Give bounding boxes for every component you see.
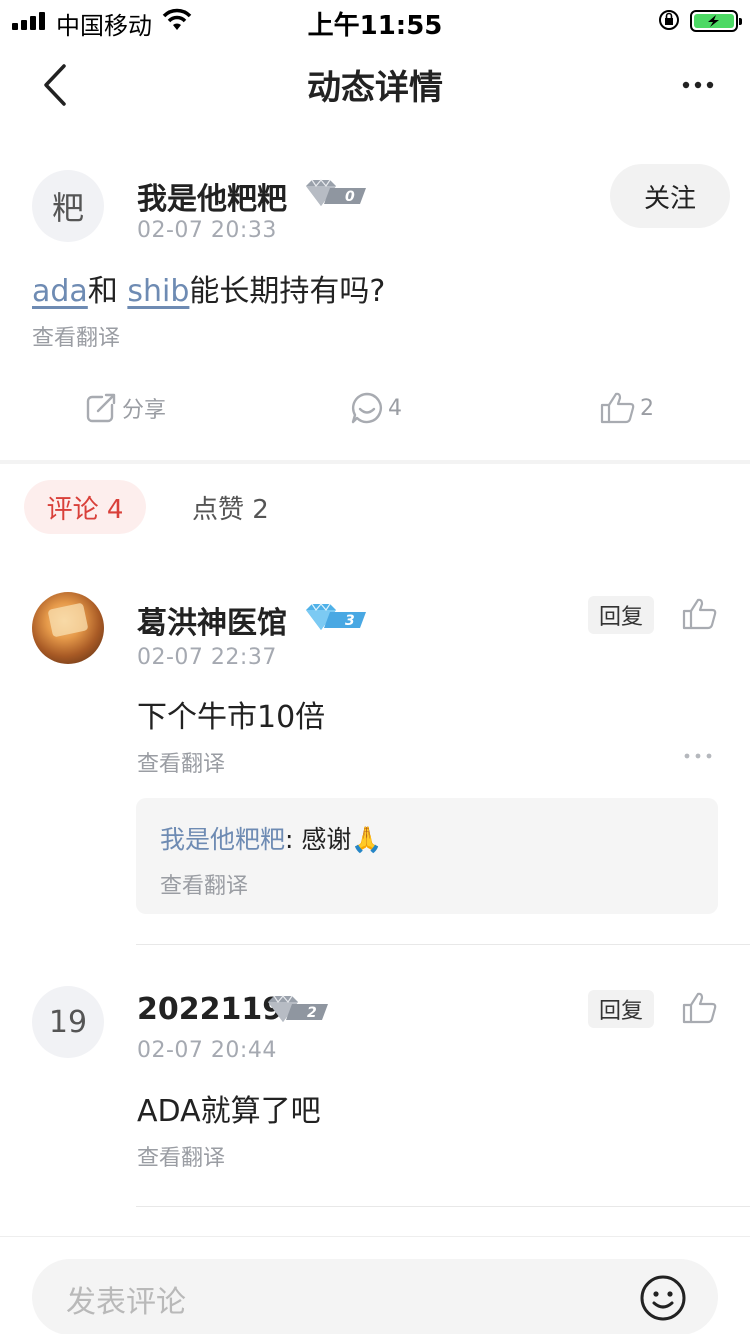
commenter-avatar[interactable] bbox=[32, 592, 104, 664]
diamond-badge-icon: 2 bbox=[268, 995, 328, 1022]
bottom-bar: 发表评论 bbox=[0, 1236, 750, 1334]
comment-username[interactable]: 葛洪神医馆 bbox=[137, 598, 287, 642]
comment-timestamp: 02-07 20:44 bbox=[137, 1038, 277, 1063]
status-bar: 中国移动 上午11:55 bbox=[0, 0, 750, 41]
translate-link[interactable]: 查看翻译 bbox=[137, 1140, 225, 1172]
comment-input[interactable]: 发表评论 bbox=[32, 1259, 718, 1334]
reply-username[interactable]: 我是他粑粑 bbox=[160, 825, 285, 854]
diamond-badge-icon: 3 bbox=[306, 603, 366, 630]
comment-button[interactable]: 4 bbox=[350, 390, 402, 426]
section-divider bbox=[0, 460, 750, 464]
svg-text:2: 2 bbox=[307, 1005, 317, 1021]
like-button[interactable]: 2 bbox=[600, 390, 654, 426]
reply-preview[interactable]: 我是他粑粑: 感谢🙏 查看翻译 bbox=[136, 798, 718, 914]
translate-link[interactable]: 查看翻译 bbox=[160, 868, 248, 900]
tag-link[interactable]: shib bbox=[127, 274, 189, 309]
status-time: 上午11:55 bbox=[307, 11, 443, 41]
share-button[interactable]: 分享 bbox=[84, 390, 166, 426]
diamond-badge-icon: 0 bbox=[306, 179, 366, 206]
svg-text:3: 3 bbox=[345, 613, 355, 629]
share-icon bbox=[86, 393, 116, 423]
comment-text: 下个牛市10倍 bbox=[137, 700, 326, 735]
svg-text:0: 0 bbox=[345, 189, 355, 205]
comment-divider bbox=[136, 1206, 750, 1207]
comment-username[interactable]: 2022119 bbox=[137, 992, 283, 1027]
tab-likes[interactable]: 点赞 2 bbox=[192, 480, 269, 534]
more-icon[interactable] bbox=[682, 748, 714, 764]
more-icon[interactable] bbox=[670, 70, 726, 100]
reply-text: 感谢🙏 bbox=[301, 825, 383, 854]
reply-button[interactable]: 回复 bbox=[588, 596, 654, 634]
battery-icon bbox=[690, 10, 742, 32]
comment-input-placeholder: 发表评论 bbox=[66, 1285, 186, 1320]
comment-text: ADA就算了吧 bbox=[137, 1094, 321, 1129]
emoji-icon[interactable] bbox=[638, 1273, 688, 1323]
comment-divider bbox=[136, 944, 750, 945]
commenter-avatar[interactable]: 19 bbox=[32, 986, 104, 1058]
tag-link[interactable]: ada bbox=[32, 274, 88, 309]
comment-icon bbox=[351, 392, 382, 424]
like-icon bbox=[600, 392, 635, 424]
comment-timestamp: 02-07 22:37 bbox=[137, 645, 277, 670]
like-icon[interactable] bbox=[682, 596, 718, 632]
post-timestamp: 02-07 20:33 bbox=[137, 218, 277, 243]
avatar[interactable]: 粑 bbox=[32, 170, 104, 242]
follow-button[interactable]: 关注 bbox=[610, 164, 730, 228]
translate-link[interactable]: 查看翻译 bbox=[137, 746, 225, 778]
like-icon[interactable] bbox=[682, 990, 718, 1026]
translate-link[interactable]: 查看翻译 bbox=[32, 320, 120, 352]
rotation-lock-icon bbox=[659, 10, 679, 30]
post-content: ada和 shib能长期持有吗? bbox=[32, 274, 386, 309]
post-username[interactable]: 我是他粑粑 bbox=[137, 174, 287, 218]
reply-button[interactable]: 回复 bbox=[588, 990, 654, 1028]
page-title: 动态详情 bbox=[307, 68, 443, 108]
tab-comments[interactable]: 评论 4 bbox=[24, 480, 146, 534]
